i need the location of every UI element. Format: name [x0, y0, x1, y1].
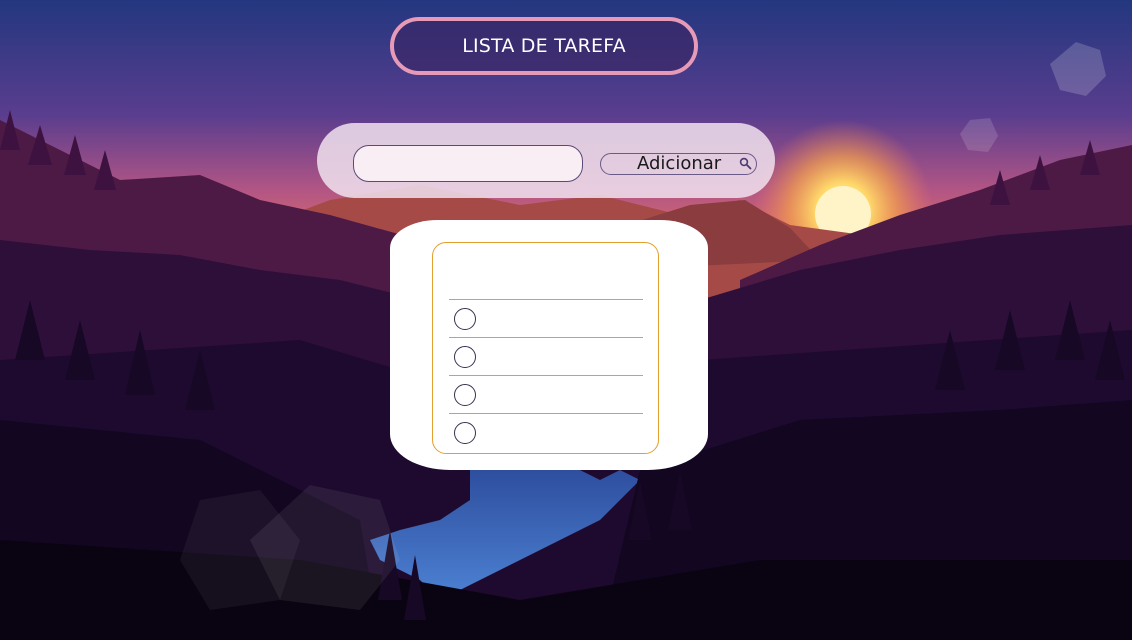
- add-button-label: Adicionar: [637, 153, 722, 174]
- task-input[interactable]: [353, 145, 583, 182]
- list-divider: [449, 299, 643, 300]
- task-text: [486, 422, 636, 444]
- task-checkbox-icon[interactable]: [454, 346, 476, 368]
- task-text: [486, 346, 636, 368]
- search-icon: [739, 157, 752, 170]
- page-title: LISTA DE TAREFA: [390, 17, 698, 75]
- task-checkbox-icon[interactable]: [454, 308, 476, 330]
- task-checkbox-icon[interactable]: [454, 384, 476, 406]
- add-button[interactable]: Adicionar: [600, 153, 757, 175]
- task-text: [486, 384, 636, 406]
- list-divider: [449, 375, 643, 376]
- list-divider: [449, 337, 643, 338]
- list-divider: [449, 413, 643, 414]
- task-checkbox-icon[interactable]: [454, 422, 476, 444]
- task-text: [486, 308, 636, 330]
